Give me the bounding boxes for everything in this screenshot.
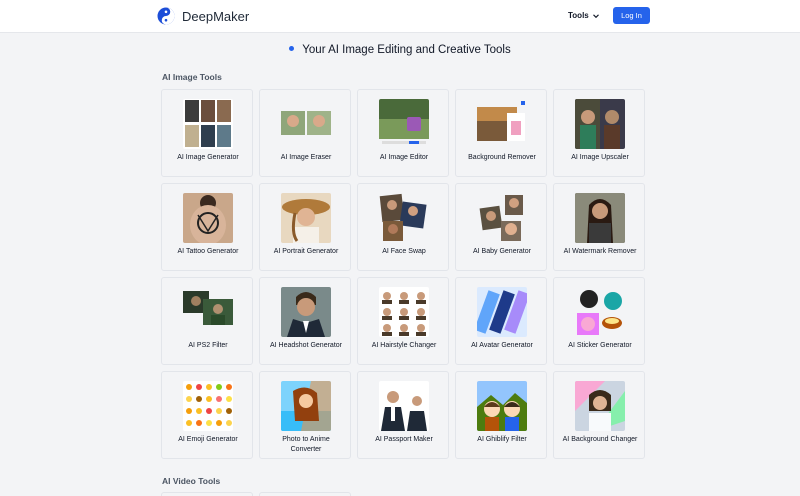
tool-thumbnail: [477, 287, 527, 337]
tool-card-label: AI PS2 Filter: [188, 342, 228, 349]
tool-thumbnail: [379, 381, 429, 431]
tool-card[interactable]: AI Sticker Generator: [553, 277, 645, 365]
tool-card[interactable]: AI Face Swap: [357, 183, 449, 271]
tool-card-label: Background Remover: [468, 154, 536, 161]
tool-card-label: AI Image Upscaler: [571, 154, 629, 161]
video-tool-card[interactable]: [161, 492, 253, 496]
login-button[interactable]: Log In: [613, 7, 650, 24]
tool-thumbnail: [183, 381, 233, 431]
tool-card-label: AI Image Eraser: [280, 154, 332, 161]
tool-thumbnail: [183, 287, 233, 337]
tool-thumbnail: [281, 287, 331, 337]
tool-card[interactable]: AI Ghiblify Filter: [455, 371, 547, 459]
tool-card-label: AI Sticker Generator: [568, 342, 632, 349]
tool-card[interactable]: AI Image Upscaler: [553, 89, 645, 177]
tool-card[interactable]: AI Baby Generator: [455, 183, 547, 271]
tool-card[interactable]: Photo to Anime Converter: [259, 371, 351, 459]
tool-card[interactable]: AI Headshot Generator: [259, 277, 351, 365]
tool-card-label: AI Image Generator: [177, 154, 239, 161]
section-title-video-tools: AI Video Tools: [162, 476, 221, 486]
site-header: DeepMaker Tools Log In: [0, 0, 800, 33]
tool-card[interactable]: AI Background Changer: [553, 371, 645, 459]
tool-card-label: AI Headshot Generator: [270, 342, 342, 349]
video-tool-card[interactable]: [259, 492, 351, 496]
tool-card[interactable]: AI Passport Maker: [357, 371, 449, 459]
tool-card-label: AI Avatar Generator: [471, 342, 533, 349]
tool-card[interactable]: AI Emoji Generator: [161, 371, 253, 459]
tool-card-label: AI Emoji Generator: [178, 436, 238, 443]
tool-card[interactable]: AI Portrait Generator: [259, 183, 351, 271]
tool-thumbnail: [379, 99, 429, 149]
tool-card-label: AI Ghiblify Filter: [477, 436, 527, 443]
tool-thumbnail: [183, 193, 233, 243]
tool-thumbnail: [477, 381, 527, 431]
tool-card[interactable]: AI Image Generator: [161, 89, 253, 177]
image-tools-grid: AI Image Generator AI Image Eraser AI Imag…: [161, 89, 647, 459]
tool-card-label: AI Background Changer: [562, 436, 638, 443]
tool-thumbnail: [575, 193, 625, 243]
bullet-dot-icon: [289, 46, 295, 51]
yin-yang-logo-icon[interactable]: [157, 7, 175, 25]
tool-card-label: AI Tattoo Generator: [177, 248, 239, 255]
tool-card-label: Photo to Anime Converter: [282, 436, 330, 453]
page-title: Your AI Image Editing and Creative Tools: [0, 44, 800, 56]
tool-thumbnail: [575, 287, 625, 337]
tool-thumbnail: [575, 99, 625, 149]
tool-card[interactable]: AI Hairstyle Changer: [357, 277, 449, 365]
tool-card-label: AI Hairstyle Changer: [371, 342, 437, 349]
tool-thumbnail: [183, 99, 233, 149]
tool-card[interactable]: Background Remover: [455, 89, 547, 177]
tool-thumbnail: [477, 99, 527, 149]
page-title-text: Your AI Image Editing and Creative Tools: [302, 44, 511, 56]
tool-card-label: AI Face Swap: [382, 248, 426, 255]
tool-card[interactable]: AI Image Eraser: [259, 89, 351, 177]
tool-thumbnail: [281, 99, 331, 149]
chevron-down-icon: [592, 13, 599, 18]
tool-card[interactable]: AI Watermark Remover: [553, 183, 645, 271]
tool-card-label: AI Watermark Remover: [563, 248, 637, 255]
brand-name[interactable]: DeepMaker: [182, 9, 249, 24]
tool-card[interactable]: AI PS2 Filter: [161, 277, 253, 365]
tool-card-label: AI Passport Maker: [375, 436, 433, 443]
section-title-image-tools: AI Image Tools: [162, 72, 222, 82]
tool-card[interactable]: AI Image Editor: [357, 89, 449, 177]
tools-dropdown[interactable]: Tools: [568, 11, 600, 20]
tool-card-label: AI Image Editor: [379, 154, 429, 161]
tool-card[interactable]: AI Avatar Generator: [455, 277, 547, 365]
tool-thumbnail: [575, 381, 625, 431]
tools-dropdown-label: Tools: [568, 11, 589, 20]
tool-card-label: AI Portrait Generator: [273, 248, 339, 255]
tool-thumbnail: [281, 193, 331, 243]
tool-card-label: AI Baby Generator: [473, 248, 531, 255]
tool-thumbnail: [379, 193, 429, 243]
tool-thumbnail: [281, 381, 331, 431]
tool-thumbnail: [379, 287, 429, 337]
tool-thumbnail: [477, 193, 527, 243]
tool-card[interactable]: AI Tattoo Generator: [161, 183, 253, 271]
